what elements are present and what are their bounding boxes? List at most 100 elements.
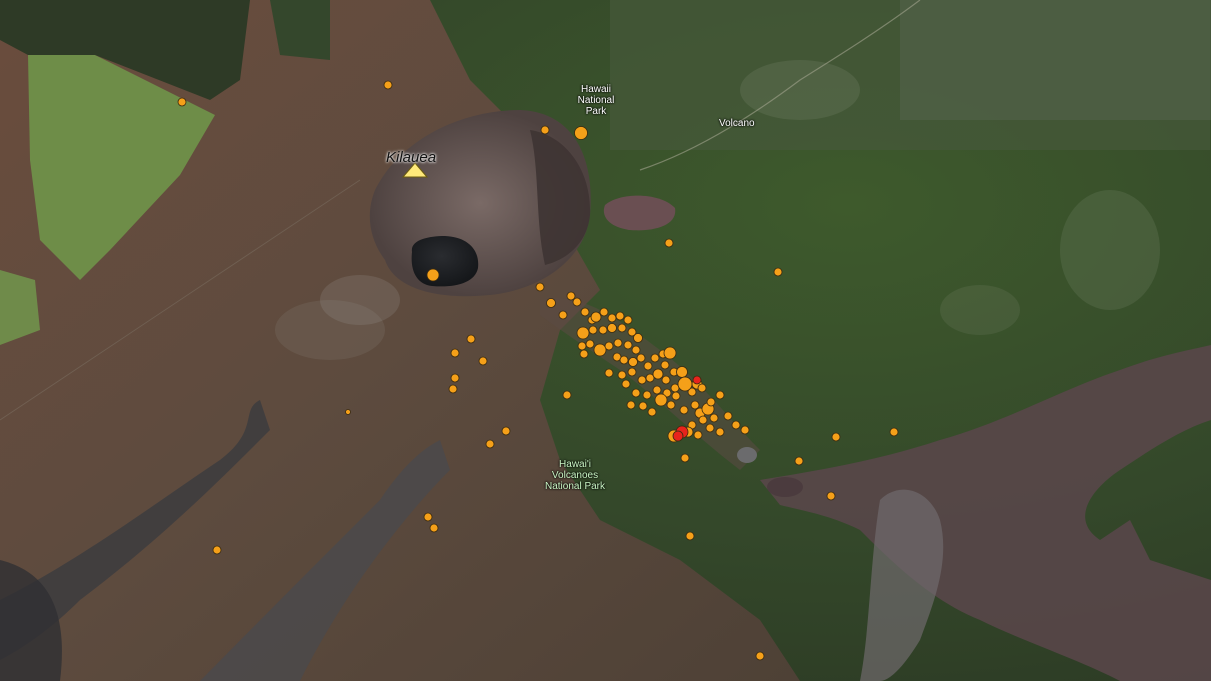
- earthquake-marker[interactable]: [423, 512, 433, 522]
- earthquake-marker[interactable]: [466, 334, 476, 344]
- recent-earthquake-marker[interactable]: [672, 430, 684, 442]
- earthquake-marker[interactable]: [706, 397, 716, 407]
- earthquake-marker[interactable]: [426, 268, 440, 282]
- town-label-line: National: [577, 95, 615, 106]
- earthquake-marker[interactable]: [636, 353, 646, 363]
- earthquake-marker[interactable]: [613, 338, 623, 348]
- recent-earthquake-marker[interactable]: [692, 375, 702, 385]
- earthquake-marker[interactable]: [599, 307, 609, 317]
- earthquake-marker[interactable]: [650, 353, 660, 363]
- earthquake-marker[interactable]: [593, 343, 607, 357]
- earthquake-marker[interactable]: [652, 368, 664, 380]
- park-label-line: Volcanoes: [551, 470, 599, 481]
- earthquake-marker[interactable]: [585, 339, 595, 349]
- earthquake-marker[interactable]: [731, 420, 741, 430]
- earthquake-marker[interactable]: [577, 341, 587, 351]
- earthquake-marker[interactable]: [628, 357, 638, 367]
- earthquake-marker[interactable]: [794, 456, 804, 466]
- earthquake-marker[interactable]: [383, 80, 393, 90]
- earthquake-marker[interactable]: [685, 531, 695, 541]
- earthquake-marker[interactable]: [590, 311, 602, 323]
- earthquake-marker[interactable]: [654, 393, 668, 407]
- earthquake-marker[interactable]: [619, 355, 629, 365]
- earthquake-marker[interactable]: [715, 427, 725, 437]
- earthquake-marker[interactable]: [598, 325, 608, 335]
- earthquake-marker[interactable]: [643, 361, 653, 371]
- earthquake-marker[interactable]: [637, 375, 647, 385]
- earthquake-marker[interactable]: [501, 426, 511, 436]
- earthquake-marker[interactable]: [723, 411, 733, 421]
- park-label-line: Hawai'i: [559, 459, 591, 470]
- earthquake-marker[interactable]: [773, 267, 783, 277]
- earthquake-marker[interactable]: [540, 125, 550, 135]
- earthquake-marker[interactable]: [623, 340, 633, 350]
- earthquake-marker[interactable]: [485, 439, 495, 449]
- earthquake-marker[interactable]: [212, 545, 222, 555]
- earthquake-marker[interactable]: [627, 367, 637, 377]
- earthquake-marker[interactable]: [580, 307, 590, 317]
- town-label-line: Park: [585, 106, 607, 117]
- earthquake-marker[interactable]: [576, 326, 590, 340]
- earthquake-marker[interactable]: [693, 430, 703, 440]
- earthquake-marker[interactable]: [698, 415, 708, 425]
- earthquake-marker[interactable]: [680, 453, 690, 463]
- earthquake-marker[interactable]: [652, 385, 662, 395]
- earthquake-marker[interactable]: [604, 341, 614, 351]
- earthquake-marker[interactable]: [607, 313, 617, 323]
- earthquake-marker[interactable]: [177, 97, 187, 107]
- earthquake-marker[interactable]: [626, 400, 636, 410]
- earthquake-marker[interactable]: [621, 379, 631, 389]
- park-label-line: National Park: [544, 481, 606, 492]
- earthquake-marker[interactable]: [660, 360, 670, 370]
- earthquake-marker[interactable]: [755, 651, 765, 661]
- earthquake-marker[interactable]: [715, 390, 725, 400]
- earthquake-marker[interactable]: [558, 310, 568, 320]
- earthquake-marker[interactable]: [740, 425, 750, 435]
- earthquake-marker[interactable]: [676, 366, 688, 378]
- earthquake-marker[interactable]: [679, 405, 689, 415]
- earthquake-marker[interactable]: [574, 126, 588, 140]
- earthquake-marker[interactable]: [697, 383, 707, 393]
- earthquake-marker[interactable]: [889, 427, 899, 437]
- town-label-volcano: Volcano: [719, 118, 755, 129]
- earthquake-marker[interactable]: [633, 333, 643, 343]
- earthquake-marker[interactable]: [617, 323, 627, 333]
- earthquake-marker[interactable]: [666, 400, 676, 410]
- earthquake-marker[interactable]: [705, 423, 715, 433]
- earthquake-marker[interactable]: [642, 390, 652, 400]
- earthquake-marker[interactable]: [631, 345, 641, 355]
- earthquake-marker[interactable]: [535, 282, 545, 292]
- earthquake-marker[interactable]: [647, 407, 657, 417]
- satellite-map[interactable]: Kilauea Hawaii National Park Volcano Haw…: [0, 0, 1211, 681]
- earthquake-marker[interactable]: [579, 349, 589, 359]
- earthquake-marker[interactable]: [345, 409, 351, 415]
- earthquake-marker[interactable]: [450, 348, 460, 358]
- earthquake-marker[interactable]: [607, 323, 617, 333]
- earthquake-marker[interactable]: [638, 401, 648, 411]
- town-label-line: Hawaii: [580, 84, 611, 95]
- earthquake-marker[interactable]: [671, 391, 681, 401]
- earthquake-marker[interactable]: [448, 384, 458, 394]
- earthquake-marker[interactable]: [661, 375, 671, 385]
- town-label-hawaii-national-park: Hawaii National Park: [568, 84, 624, 117]
- earthquake-marker[interactable]: [572, 297, 582, 307]
- earthquake-marker[interactable]: [617, 370, 627, 380]
- earthquake-marker[interactable]: [588, 325, 598, 335]
- earthquake-marker[interactable]: [623, 315, 633, 325]
- earthquake-marker[interactable]: [677, 376, 693, 392]
- earthquake-marker[interactable]: [826, 491, 836, 501]
- earthquake-marker[interactable]: [664, 238, 674, 248]
- earthquake-marker[interactable]: [450, 373, 460, 383]
- earthquake-marker[interactable]: [663, 346, 677, 360]
- earthquake-marker[interactable]: [690, 400, 700, 410]
- earthquake-marker[interactable]: [831, 432, 841, 442]
- earthquake-marker[interactable]: [709, 413, 719, 423]
- earthquake-marker[interactable]: [604, 368, 614, 378]
- earthquake-marker[interactable]: [631, 388, 641, 398]
- earthquake-marker[interactable]: [566, 291, 576, 301]
- earthquake-marker[interactable]: [562, 390, 572, 400]
- earthquake-marker[interactable]: [546, 298, 556, 308]
- earthquake-marker[interactable]: [429, 523, 439, 533]
- earthquake-marker[interactable]: [615, 311, 625, 321]
- earthquake-marker[interactable]: [478, 356, 488, 366]
